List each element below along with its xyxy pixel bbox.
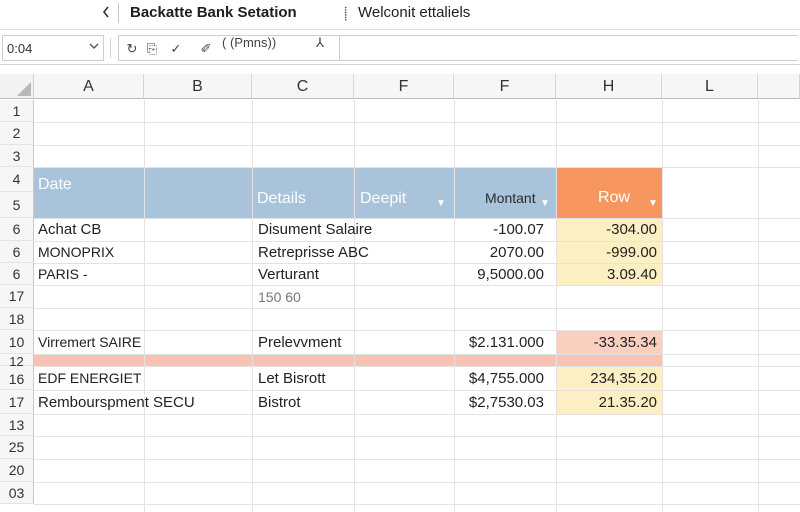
filter-dropdown-icon[interactable]: ▼ [646, 198, 660, 210]
column-header-f1[interactable]: F [354, 74, 454, 99]
cell-h6[interactable]: -304.00 [556, 221, 657, 238]
column-header-f2[interactable]: F [454, 74, 556, 99]
cell-a7[interactable]: MONOPRIX [38, 244, 114, 260]
formula-bar-divider [110, 38, 111, 58]
cell-a11[interactable]: Virremert SAIRE [38, 334, 141, 350]
cell-f11[interactable]: $2.131.000 [454, 334, 544, 351]
row-header[interactable]: 20 [0, 459, 34, 482]
cell-c6[interactable]: Disument Salaire [258, 221, 372, 238]
row-header[interactable]: 17 [0, 285, 34, 308]
function-icon[interactable]: ⅄ [316, 35, 324, 51]
header-amount[interactable]: Montant [485, 190, 536, 206]
cell-f14[interactable]: $2,7530.03 [454, 394, 544, 411]
row-header[interactable]: 13 [0, 414, 34, 436]
row-header[interactable]: 12 [0, 354, 34, 369]
cell-h14[interactable]: 21.35.20 [556, 394, 657, 411]
formula-input[interactable] [340, 35, 798, 61]
cell-f6[interactable]: -100.07 [454, 221, 544, 238]
select-all-icon [17, 82, 31, 96]
confirm-icon[interactable]: ✓ [169, 41, 183, 57]
cell-f8[interactable]: 9,5000.00 [454, 266, 544, 283]
column-header-c[interactable]: C [252, 74, 354, 99]
row-header[interactable]: 6 [0, 241, 34, 263]
cell-h11[interactable]: -33.35.34 [556, 334, 657, 351]
formula-text: ( (Pmns)) [222, 35, 277, 50]
cell-f13[interactable]: $4,755.000 [454, 370, 544, 387]
header-date[interactable]: Date [38, 176, 72, 194]
cell-c11[interactable]: Prelevvment [258, 334, 341, 351]
title-divider [118, 3, 119, 23]
cell-c7[interactable]: Retreprisse ABC [258, 244, 369, 261]
row-header[interactable]: 4 [0, 167, 34, 192]
row-header[interactable]: 03 [0, 482, 34, 504]
cell-f7[interactable]: 2070.00 [454, 244, 544, 261]
row-header[interactable]: 1 [0, 100, 34, 122]
chevron-down-icon[interactable] [89, 40, 99, 55]
name-box[interactable]: 0:04 [2, 35, 104, 61]
column-header-a[interactable]: A [34, 74, 144, 99]
row-header[interactable]: 25 [0, 436, 34, 459]
cell-c8[interactable]: Verturant [258, 266, 319, 283]
row-header[interactable]: 18 [0, 308, 34, 330]
header-details[interactable]: Details [257, 190, 306, 208]
undo-icon[interactable]: ↻ [125, 41, 139, 57]
row-header[interactable]: 3 [0, 145, 34, 167]
cell-h7[interactable]: -999.00 [556, 244, 657, 261]
header-deposit[interactable]: Deepit [360, 190, 406, 208]
row-header[interactable]: 5 [0, 192, 34, 218]
cell-c9[interactable]: 150 60 [258, 289, 301, 305]
formula-bar: 0:04 ↻ ⎘ ✓ ✐ ( (Pmns)) ⅄ [0, 29, 800, 65]
cell-c13[interactable]: Let Bisrott [258, 370, 326, 387]
sheet-subtitle[interactable]: Welconit ettaliels [358, 4, 470, 21]
row-header[interactable]: 6 [0, 218, 34, 241]
cell-a14[interactable]: Rembourspment SECU [38, 394, 195, 411]
workbook-title: Backatte Bank Setation [130, 4, 297, 21]
filter-dropdown-icon[interactable]: ▼ [538, 198, 552, 210]
separator-band [34, 354, 662, 366]
header-row[interactable]: Row [598, 189, 630, 207]
row-header[interactable]: 10 [0, 330, 34, 354]
row-header[interactable]: 6 [0, 263, 34, 285]
name-box-value: 0:04 [7, 41, 33, 56]
edit-icon[interactable]: ✐ [199, 41, 213, 57]
cell-a13[interactable]: EDF ENERGIET [38, 370, 141, 386]
row-header[interactable]: 17 [0, 390, 34, 414]
row-header[interactable]: 16 [0, 366, 34, 390]
column-header-l[interactable]: L [662, 74, 758, 99]
row-header[interactable]: 2 [0, 122, 34, 145]
copy-icon[interactable]: ⎘ [145, 41, 159, 57]
cell-h8[interactable]: 3.09.40 [556, 266, 657, 283]
cell-c14[interactable]: Bistrot [258, 394, 301, 411]
spreadsheet-grid: A B C F F H L 1 2 3 4 5 6 6 6 17 18 10 1… [0, 66, 800, 512]
sheet-marker-icon: ⸽ [344, 6, 348, 21]
cell-a8[interactable]: PARIS - [38, 266, 88, 282]
column-header-empty[interactable] [758, 74, 800, 99]
title-bar: Backatte Bank Setation ⸽ Welconit ettali… [0, 0, 800, 28]
column-header-b[interactable]: B [144, 74, 252, 99]
cell-h13[interactable]: 234,35.20 [556, 370, 657, 387]
select-all-corner[interactable] [0, 74, 34, 99]
column-header-h[interactable]: H [556, 74, 662, 99]
filter-dropdown-icon[interactable]: ▼ [434, 198, 448, 210]
chevron-left-icon[interactable] [100, 4, 114, 22]
cell-a6[interactable]: Achat CB [38, 221, 101, 238]
